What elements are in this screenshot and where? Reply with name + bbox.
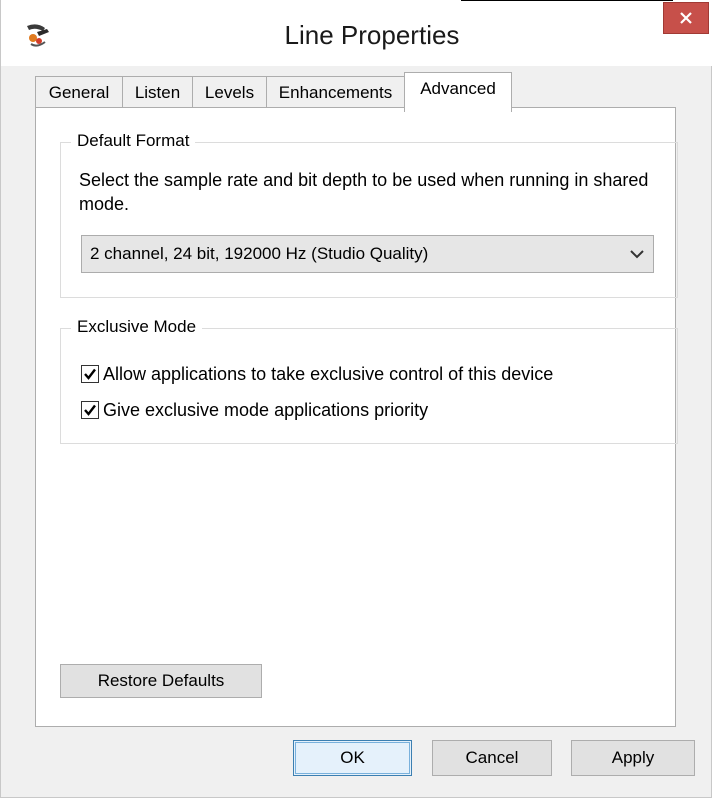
exclusive-priority-option[interactable]: Give exclusive mode applications priorit… xyxy=(81,398,428,422)
top-strip-line xyxy=(461,0,673,1)
cancel-button[interactable]: Cancel xyxy=(432,740,552,776)
chevron-down-icon xyxy=(630,250,644,259)
exclusive-priority-label: Give exclusive mode applications priorit… xyxy=(103,399,429,420)
tab-levels[interactable]: Levels xyxy=(192,76,267,110)
line-properties-dialog: Line Properties General Listen Levels En… xyxy=(0,0,712,798)
exclusive-mode-group: Exclusive Mode xyxy=(60,317,678,444)
allow-exclusive-control-option[interactable]: Allow applications to take exclusive con… xyxy=(81,362,553,386)
default-format-group: Default Format Select the sample rate an… xyxy=(60,131,678,298)
ok-button[interactable]: OK xyxy=(293,740,412,776)
allow-exclusive-control-checkbox[interactable] xyxy=(81,365,99,383)
apply-button[interactable]: Apply xyxy=(571,740,695,776)
default-format-selected: 2 channel, 24 bit, 192000 Hz (Studio Qua… xyxy=(90,244,429,263)
tab-enhancements[interactable]: Enhancements xyxy=(266,76,405,110)
title-bar[interactable]: Line Properties xyxy=(1,0,712,66)
default-format-legend: Default Format xyxy=(71,131,196,151)
exclusive-mode-legend: Exclusive Mode xyxy=(71,317,203,337)
checkmark-icon xyxy=(84,404,96,416)
close-button[interactable] xyxy=(663,2,709,34)
checkmark-icon xyxy=(84,368,96,380)
exclusive-priority-checkbox[interactable] xyxy=(81,401,99,419)
tab-listen[interactable]: Listen xyxy=(122,76,193,110)
allow-exclusive-control-label: Allow applications to take exclusive con… xyxy=(103,363,554,384)
tab-advanced[interactable]: Advanced xyxy=(404,72,512,112)
top-strip xyxy=(1,0,712,6)
restore-defaults-button[interactable]: Restore Defaults xyxy=(60,664,262,698)
tab-general[interactable]: General xyxy=(35,76,123,110)
default-format-description: Select the sample rate and bit depth to … xyxy=(79,170,649,214)
default-format-dropdown[interactable]: 2 channel, 24 bit, 192000 Hz (Studio Qua… xyxy=(81,235,654,273)
close-icon xyxy=(680,12,692,24)
window-title: Line Properties xyxy=(284,20,460,50)
